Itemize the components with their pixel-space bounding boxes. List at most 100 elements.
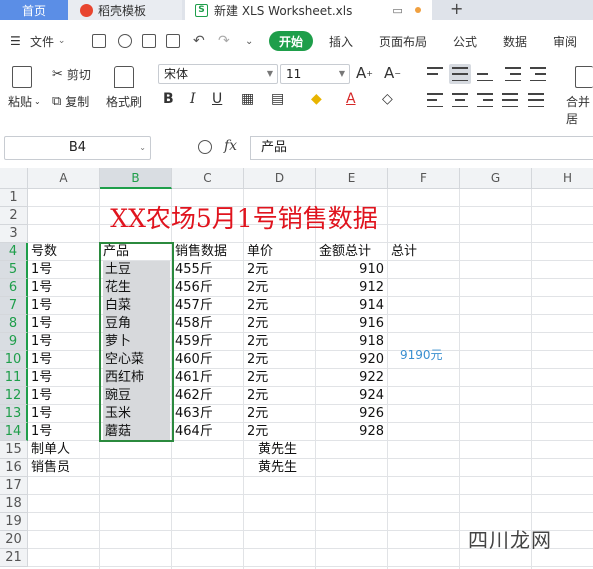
footer-label-cell[interactable]: 制单人 [29,441,99,459]
table-cell[interactable]: 456斤 [173,279,244,297]
column-header-b[interactable]: B [100,168,172,189]
menu-tab-review[interactable]: 审阅 [553,28,577,54]
copy-button[interactable]: ⧉ 复制 [52,93,89,110]
table-cell[interactable]: 西红柿 [103,369,170,387]
table-cell[interactable]: 2元 [245,333,316,351]
formula-input[interactable]: 产品 [250,136,593,160]
footer-label-cell[interactable]: 销售员 [29,459,99,477]
fill-color-icon[interactable]: ◆ [311,91,322,107]
table-cell[interactable]: 2元 [245,297,316,315]
row-header-15[interactable]: 15 [0,441,28,459]
hamburger-menu-icon[interactable]: ☰ [10,28,21,54]
header-cell[interactable]: 销售数据 [173,243,244,261]
table-cell[interactable]: 豆角 [103,315,170,333]
column-header-d[interactable]: D [244,168,316,189]
row-header-18[interactable]: 18 [0,495,28,513]
table-cell[interactable]: 910 [317,261,388,279]
new-tab-plus-icon[interactable]: + [450,0,463,20]
name-box[interactable]: B4 ⌄ [4,136,151,160]
row-header-8[interactable]: 8 [0,315,28,333]
decrease-font-icon[interactable]: A − [384,64,401,82]
table-cell[interactable]: 457斤 [173,297,244,315]
row-header-12[interactable]: 12 [0,387,28,405]
row-header-1[interactable]: 1 [0,189,28,207]
table-cell[interactable]: 1号 [29,279,100,297]
menu-tab-insert[interactable]: 插入 [329,28,353,54]
header-cell[interactable]: 单价 [245,243,316,261]
align-left-icon[interactable] [427,93,443,107]
italic-icon[interactable]: I [190,91,196,107]
table-cell[interactable]: 1号 [29,333,100,351]
footer-value-cell[interactable]: 黄先生 [256,459,316,477]
row-header-6[interactable]: 6 [0,279,28,297]
table-cell[interactable]: 1号 [29,297,100,315]
increase-font-icon[interactable]: A + [356,64,373,82]
row-header-2[interactable]: 2 [0,207,28,225]
table-cell[interactable]: 458斤 [173,315,244,333]
cut-button[interactable]: ✂ 剪切 [52,66,91,83]
export-icon[interactable] [118,34,132,48]
tab-home[interactable]: 首页 [0,0,68,20]
row-header-5[interactable]: 5 [0,261,28,279]
table-cell[interactable]: 1号 [29,387,100,405]
quick-access-more-icon[interactable]: ⌄ [245,28,253,54]
table-cell[interactable]: 922 [317,369,388,387]
row-header-17[interactable]: 17 [0,477,28,495]
select-all-corner[interactable] [0,168,28,189]
menu-tab-start[interactable]: 开始 [269,31,314,51]
justify-icon[interactable] [502,93,518,107]
row-header-14[interactable]: 14 [0,423,28,441]
table-cell[interactable]: 1号 [29,261,100,279]
print-icon[interactable] [142,34,156,48]
table-cell[interactable]: 460斤 [173,351,244,369]
zoom-icon[interactable] [198,140,212,154]
menu-tab-data[interactable]: 数据 [503,28,527,54]
paste-button[interactable]: 粘贴 ⌄ [8,93,41,110]
row-header-21[interactable]: 21 [0,549,28,567]
table-cell[interactable]: 蘑菇 [103,423,170,441]
column-header-c[interactable]: C [172,168,244,189]
format-painter-button[interactable]: 格式刷 [106,93,142,110]
row-header-20[interactable]: 20 [0,531,28,549]
table-cell[interactable]: 2元 [245,387,316,405]
font-color-icon[interactable]: A [346,91,356,107]
row-header-19[interactable]: 19 [0,513,28,531]
table-cell[interactable]: 玉米 [103,405,170,423]
table-cell[interactable]: 2元 [245,423,316,441]
table-cell[interactable]: 926 [317,405,388,423]
row-header-9[interactable]: 9 [0,333,28,351]
monitor-icon[interactable]: ▭ [392,4,402,17]
header-cell[interactable]: 金额总计 [317,243,388,261]
menu-tab-page-layout[interactable]: 页面布局 [379,28,427,54]
table-cell[interactable]: 2元 [245,279,316,297]
increase-indent-icon[interactable] [530,67,546,81]
row-header-3[interactable]: 3 [0,225,28,243]
table-cell[interactable]: 455斤 [173,261,244,279]
tab-document[interactable]: S 新建 XLS Worksheet.xls ▭ [185,0,432,20]
align-right-icon[interactable] [477,93,493,107]
distributed-icon[interactable] [528,93,544,107]
table-cell[interactable]: 2元 [245,351,316,369]
format-painter-icon[interactable] [114,66,134,88]
table-cell[interactable]: 916 [317,315,388,333]
header-cell[interactable]: 总计 [389,243,460,261]
column-header-g[interactable]: G [460,168,532,189]
table-cell[interactable]: 1号 [29,423,100,441]
row-header-10[interactable]: 10 [0,351,28,369]
table-cell[interactable]: 1号 [29,405,100,423]
table-cell[interactable]: 461斤 [173,369,244,387]
align-middle-icon[interactable] [449,64,471,84]
column-header-e[interactable]: E [316,168,388,189]
table-cell[interactable]: 白菜 [103,297,170,315]
save-icon[interactable] [92,34,106,48]
table-cell[interactable]: 豌豆 [103,387,170,405]
table-cell[interactable]: 1号 [29,369,100,387]
table-cell[interactable]: 2元 [245,261,316,279]
menu-file[interactable]: 文件 ⌄ [30,28,65,54]
align-top-icon[interactable] [427,67,443,81]
font-name-select[interactable]: 宋体 ▼ [158,64,278,84]
table-cell[interactable]: 464斤 [173,423,244,441]
row-header-13[interactable]: 13 [0,405,28,423]
table-cell[interactable]: 1号 [29,315,100,333]
table-cell[interactable]: 928 [317,423,388,441]
